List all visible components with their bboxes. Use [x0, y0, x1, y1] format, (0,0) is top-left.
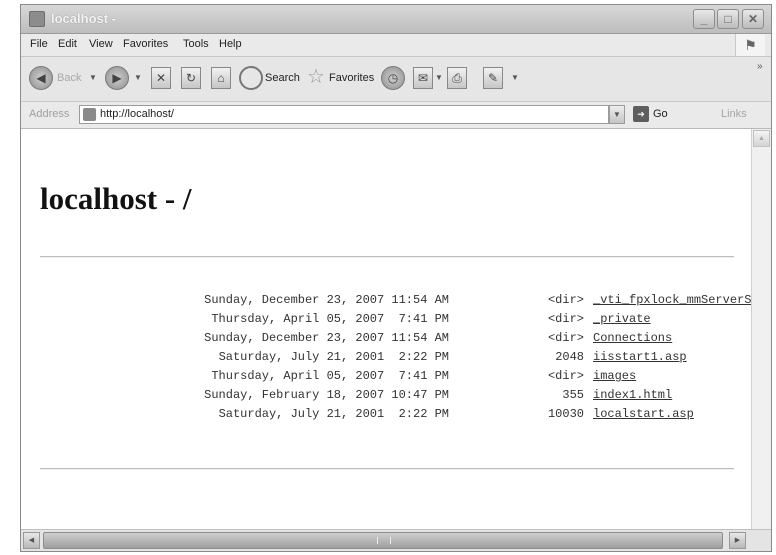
close-button[interactable]: ✕: [742, 9, 764, 29]
page-content: localhost - / Sunday, December 23, 2007 …: [21, 129, 751, 529]
listing-row: Saturday, July 21, 2001 2:22 PM 10030 lo…: [40, 407, 751, 426]
row-date: Saturday, July 21, 2001 2:22 PM: [218, 407, 449, 421]
scroll-right-icon[interactable]: ▶: [729, 532, 746, 549]
row-link[interactable]: iisstart1.asp: [593, 350, 687, 364]
listing-row: Sunday, February 18, 2007 10:47 PM 355 i…: [40, 388, 751, 407]
links-label[interactable]: Links: [721, 108, 747, 120]
row-link[interactable]: images: [593, 369, 636, 383]
favorites-star-icon[interactable]: ☆: [307, 64, 325, 89]
row-size: <dir>: [547, 312, 584, 326]
scroll-grip-icon: [377, 537, 391, 544]
menu-bar: File Edit View Favorites Tools Help ⚑: [21, 34, 771, 57]
top-divider: [40, 256, 734, 258]
row-size: <dir>: [547, 331, 584, 345]
title-bar: localhost - _ □ ✕: [21, 5, 771, 34]
back-button-label[interactable]: Back: [57, 72, 81, 84]
back-arrow-icon[interactable]: ◀: [29, 66, 53, 90]
scroll-up-icon[interactable]: ▲: [753, 130, 770, 147]
back-dropdown-icon[interactable]: ▼: [89, 73, 97, 82]
edit-dropdown-icon[interactable]: ▼: [511, 73, 519, 82]
row-size: 10030: [547, 407, 584, 421]
page-title: localhost - /: [40, 181, 192, 216]
print-icon[interactable]: ⎙: [447, 67, 467, 89]
page-icon: [83, 108, 96, 121]
row-link[interactable]: index1.html: [593, 388, 672, 402]
minimize-button[interactable]: _: [693, 9, 715, 29]
window-title: localhost -: [51, 11, 117, 26]
menu-file[interactable]: File: [30, 38, 48, 50]
row-date: Sunday, December 23, 2007 11:54 AM: [204, 293, 449, 307]
address-input[interactable]: http://localhost/: [79, 105, 609, 124]
address-bar: Address http://localhost/ ▼ ➜ Go Links: [21, 102, 771, 129]
go-arrow-icon[interactable]: ➜: [633, 106, 649, 122]
row-link[interactable]: _private: [593, 312, 651, 326]
maximize-button[interactable]: □: [717, 9, 739, 29]
row-link[interactable]: Connections: [593, 331, 672, 345]
scroll-left-icon[interactable]: ◀: [23, 532, 40, 549]
history-icon[interactable]: ◷: [381, 66, 405, 90]
menu-view[interactable]: View: [89, 38, 113, 50]
go-button-label[interactable]: Go: [653, 108, 668, 120]
address-url[interactable]: http://localhost/: [100, 108, 174, 120]
bottom-divider: [40, 468, 734, 470]
row-date: Saturday, July 21, 2001 2:22 PM: [218, 350, 449, 364]
listing-row: Sunday, December 23, 2007 11:54 AM <dir>…: [40, 293, 751, 312]
browser-window: localhost - _ □ ✕ File Edit View Favorit…: [20, 4, 772, 552]
row-link[interactable]: localstart.asp: [593, 407, 694, 421]
row-date: Sunday, February 18, 2007 10:47 PM: [204, 388, 449, 402]
stop-icon[interactable]: ✕: [151, 67, 171, 89]
favorites-button-label[interactable]: Favorites: [329, 72, 374, 84]
listing-row: Thursday, April 05, 2007 7:41 PM <dir> i…: [40, 369, 751, 388]
row-size: <dir>: [547, 369, 584, 383]
row-size: 355: [562, 388, 584, 402]
toolbar: ◀ Back ▼ ▶ ▼ ✕ ↻ ⌂ Search ☆ Favorites ◷ …: [21, 57, 771, 102]
forward-arrow-icon[interactable]: ▶: [105, 66, 129, 90]
listing-row: Saturday, July 21, 2001 2:22 PM 2048 iis…: [40, 350, 751, 369]
menu-help[interactable]: Help: [219, 38, 242, 50]
row-link[interactable]: _vti_fpxlock_mmServerScripts: [593, 293, 751, 307]
ie-app-icon: [29, 11, 45, 27]
refresh-icon[interactable]: ↻: [181, 67, 201, 89]
row-date: Thursday, April 05, 2007 7:41 PM: [211, 312, 449, 326]
row-date: Thursday, April 05, 2007 7:41 PM: [211, 369, 449, 383]
directory-listing: Sunday, December 23, 2007 11:54 AM <dir>…: [40, 293, 751, 426]
mail-icon[interactable]: ✉: [413, 67, 433, 89]
search-button-label[interactable]: Search: [265, 72, 300, 84]
address-dropdown-icon[interactable]: ▼: [609, 105, 625, 124]
search-icon[interactable]: [239, 66, 263, 90]
mail-dropdown-icon[interactable]: ▼: [435, 73, 443, 82]
horizontal-scroll-thumb[interactable]: [43, 532, 723, 549]
windows-flag-icon: ⚑: [735, 34, 765, 56]
row-date: Sunday, December 23, 2007 11:54 AM: [204, 331, 449, 345]
vertical-scrollbar[interactable]: ▲: [751, 129, 771, 529]
forward-dropdown-icon[interactable]: ▼: [134, 73, 142, 82]
row-size: 2048: [555, 350, 584, 364]
toolbar-overflow-icon[interactable]: »: [757, 61, 763, 72]
menu-favorites[interactable]: Favorites: [123, 38, 168, 50]
menu-tools[interactable]: Tools: [183, 38, 209, 50]
listing-row: Sunday, December 23, 2007 11:54 AM <dir>…: [40, 331, 751, 350]
listing-row: Thursday, April 05, 2007 7:41 PM <dir> _…: [40, 312, 751, 331]
home-icon[interactable]: ⌂: [211, 67, 231, 89]
address-label: Address: [29, 108, 70, 120]
edit-icon[interactable]: ✎: [483, 67, 503, 89]
row-size: <dir>: [547, 293, 584, 307]
horizontal-scrollbar[interactable]: ◀ ▶: [21, 529, 771, 551]
menu-edit[interactable]: Edit: [58, 38, 77, 50]
